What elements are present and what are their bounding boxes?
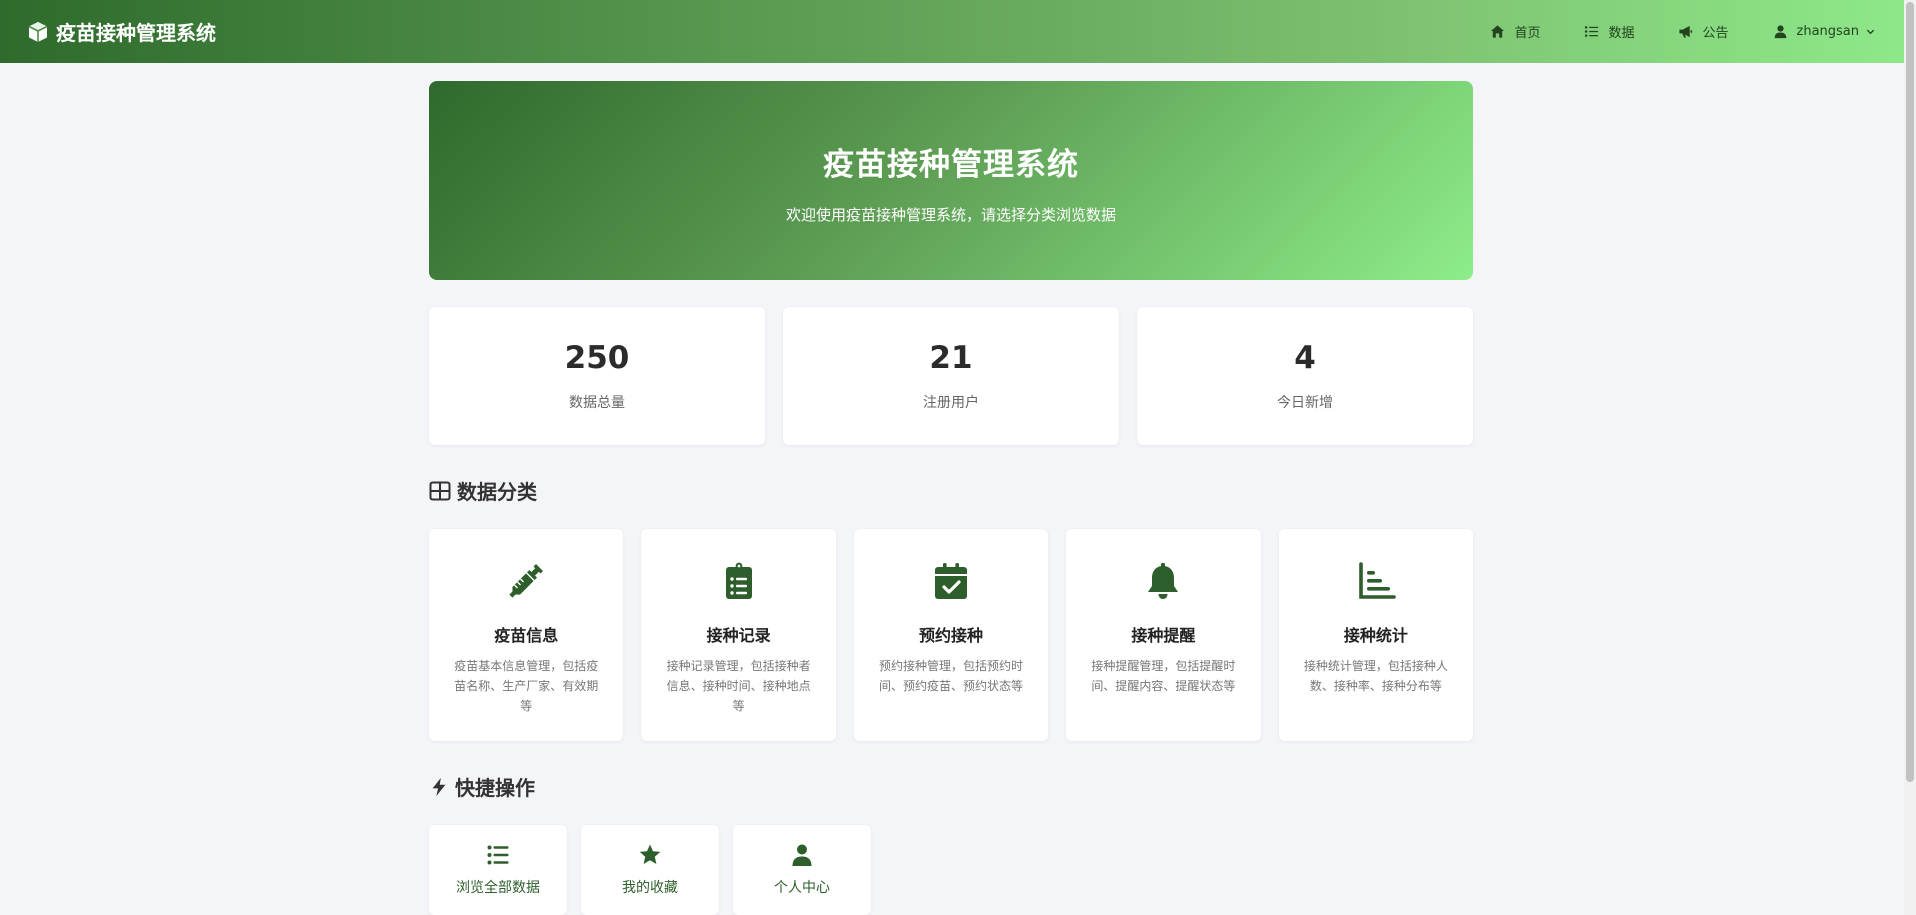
stats-row: 250 数据总量 21 注册用户 4 今日新增: [429, 307, 1473, 445]
stat-card-total: 250 数据总量: [429, 307, 765, 445]
category-name: 预约接种: [919, 626, 984, 645]
category-card-vaccine-info[interactable]: 疫苗信息 疫苗基本信息管理，包括疫苗名称、生产厂家、有效期等: [429, 529, 624, 741]
nav-item-home[interactable]: 首页: [1490, 22, 1540, 41]
user-icon: [1774, 25, 1786, 39]
stat-card-users: 21 注册用户: [783, 307, 1119, 445]
category-name: 疫苗信息: [494, 626, 559, 645]
nav-item-label: 公告: [1702, 26, 1729, 41]
stat-card-today: 4 今日新增: [1137, 307, 1473, 445]
stat-label: 数据总量: [569, 395, 625, 411]
categories-heading: 数据分类: [429, 476, 1473, 505]
category-card-statistics[interactable]: 接种统计 接种统计管理，包括接种人数、接种率、接种分布等: [1278, 529, 1474, 741]
nav-item-announcement[interactable]: 公告: [1678, 22, 1729, 41]
chevron-down-icon: [1866, 29, 1875, 35]
calendar-check-icon: [935, 563, 968, 599]
browse-all-button[interactable]: 浏览全部数据: [429, 825, 567, 915]
category-desc: 接种记录管理，包括接种者信息、接种时间、接种地点等: [666, 659, 811, 713]
section-title-text: 数据分类: [457, 480, 537, 504]
category-card-appointment[interactable]: 预约接种 预约接种管理，包括预约时间、预约疫苗、预约状态等: [853, 529, 1049, 741]
stat-value: 250: [564, 340, 630, 376]
stat-value: 4: [1294, 340, 1316, 376]
category-desc: 疫苗基本信息管理，包括疫苗名称、生产厂家、有效期等: [454, 659, 599, 713]
page: 疫苗接种管理系统 首页 数据 公告 zhangsan 疫苗接种管理系统 欢迎使用…: [0, 0, 1916, 915]
stat-label: 今日新增: [1277, 395, 1333, 411]
quick-action-label: 我的收藏: [622, 880, 678, 896]
category-desc: 预约接种管理，包括预约时间、预约疫苗、预约状态等: [879, 659, 1024, 693]
top-navbar: 疫苗接种管理系统 首页 数据 公告 zhangsan: [0, 0, 1904, 63]
stat-label: 注册用户: [923, 395, 979, 411]
syringe-icon: [509, 564, 544, 598]
scrollbar-thumb[interactable]: [1906, 2, 1914, 782]
bolt-icon: [432, 777, 446, 796]
nav-item-label: 数据: [1608, 26, 1635, 41]
category-name: 接种提醒: [1131, 626, 1196, 645]
brand[interactable]: 疫苗接种管理系统: [26, 17, 216, 46]
category-list: 疫苗信息 疫苗基本信息管理，包括疫苗名称、生产厂家、有效期等 接种记录 接种记录…: [429, 529, 1474, 741]
megaphone-icon: [1679, 25, 1693, 38]
chart-icon: [1359, 562, 1396, 599]
user-icon: [792, 844, 812, 866]
scrollbar[interactable]: [1904, 0, 1916, 915]
favorites-button[interactable]: 我的收藏: [581, 825, 719, 915]
section-title-text: 快捷操作: [455, 776, 535, 800]
quick-actions: 浏览全部数据 我的收藏 个人中心: [429, 825, 1473, 915]
nav-menu: 首页 数据 公告 zhangsan: [1446, 22, 1876, 41]
nav-item-data[interactable]: 数据: [1584, 22, 1634, 41]
list-icon: [1585, 26, 1599, 37]
user-menu[interactable]: zhangsan: [1773, 24, 1877, 39]
quick-action-label: 个人中心: [774, 880, 830, 896]
category-desc: 接种提醒管理，包括提醒时间、提醒内容、提醒状态等: [1091, 659, 1236, 693]
category-name: 接种记录: [706, 626, 771, 645]
nav-item-label: 首页: [1514, 26, 1541, 41]
stat-value: 21: [929, 340, 973, 376]
category-card-reminder[interactable]: 接种提醒 接种提醒管理，包括提醒时间、提醒内容、提醒状态等: [1066, 529, 1261, 741]
bell-icon: [1148, 563, 1179, 599]
category-desc: 接种统计管理，包括接种人数、接种率、接种分布等: [1303, 659, 1448, 693]
hero-title: 疫苗接种管理系统: [823, 146, 1079, 183]
cube-icon: [28, 21, 48, 42]
brand-title: 疫苗接种管理系统: [56, 21, 216, 45]
hero-subtitle: 欢迎使用疫苗接种管理系统，请选择分类浏览数据: [785, 205, 1116, 224]
category-card-vaccination-records[interactable]: 接种记录 接种记录管理，包括接种者信息、接种时间、接种地点等: [641, 529, 836, 741]
username: zhangsan: [1796, 24, 1860, 39]
hero-banner: 疫苗接种管理系统 欢迎使用疫苗接种管理系统，请选择分类浏览数据: [429, 81, 1473, 280]
category-name: 接种统计: [1343, 626, 1408, 645]
list-icon: [487, 845, 509, 865]
quick-action-label: 浏览全部数据: [456, 880, 540, 896]
profile-button[interactable]: 个人中心: [733, 825, 871, 915]
home-icon: [1491, 25, 1505, 38]
main-content: 疫苗接种管理系统 欢迎使用疫苗接种管理系统，请选择分类浏览数据 250 数据总量…: [429, 81, 1474, 915]
grid-icon: [429, 481, 451, 500]
star-icon: [639, 844, 661, 864]
quick-actions-heading: 快捷操作: [429, 772, 1473, 801]
clipboard-list-icon: [725, 562, 752, 599]
